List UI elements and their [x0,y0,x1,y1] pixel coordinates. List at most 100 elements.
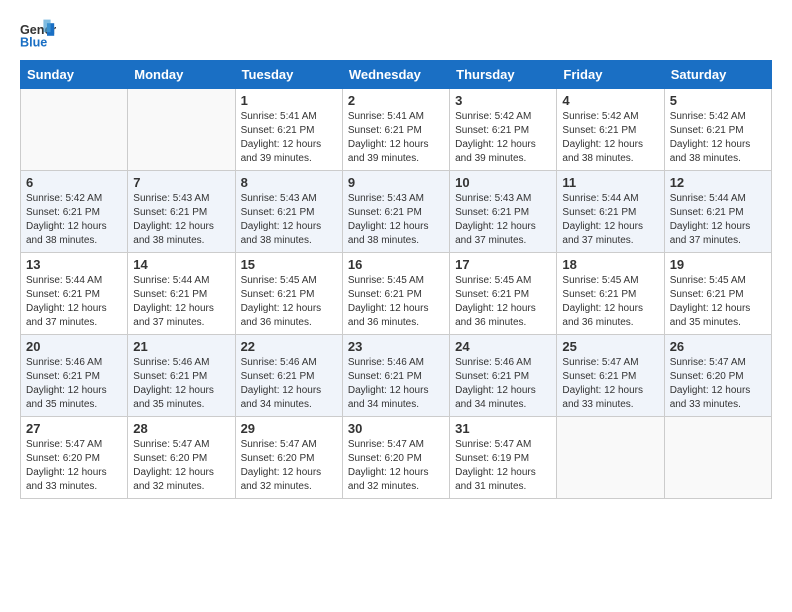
day-info: Sunrise: 5:45 AM Sunset: 6:21 PM Dayligh… [241,274,337,330]
day-number: 7 [133,175,229,190]
calendar-cell: 24 Sunrise: 5:46 AM Sunset: 6:21 PM Dayli… [450,335,557,417]
day-number: 13 [26,257,122,272]
calendar-table: SundayMondayTuesdayWednesdayThursdayFrid… [20,60,772,499]
day-info: Sunrise: 5:47 AM Sunset: 6:20 PM Dayligh… [26,438,122,494]
calendar-cell: 1 Sunrise: 5:41 AM Sunset: 6:21 PM Daylig… [235,89,342,171]
calendar-cell: 5 Sunrise: 5:42 AM Sunset: 6:21 PM Daylig… [664,89,771,171]
day-number: 18 [562,257,658,272]
day-info: Sunrise: 5:43 AM Sunset: 6:21 PM Dayligh… [455,192,551,248]
day-info: Sunrise: 5:42 AM Sunset: 6:21 PM Dayligh… [562,110,658,166]
day-info: Sunrise: 5:46 AM Sunset: 6:21 PM Dayligh… [348,356,444,412]
calendar-week-3: 13 Sunrise: 5:44 AM Sunset: 6:21 PM Dayli… [21,253,772,335]
day-info: Sunrise: 5:47 AM Sunset: 6:19 PM Dayligh… [455,438,551,494]
weekday-header-row: SundayMondayTuesdayWednesdayThursdayFrid… [21,61,772,89]
weekday-header-sunday: Sunday [21,61,128,89]
day-info: Sunrise: 5:47 AM Sunset: 6:20 PM Dayligh… [348,438,444,494]
calendar-week-2: 6 Sunrise: 5:42 AM Sunset: 6:21 PM Daylig… [21,171,772,253]
day-number: 15 [241,257,337,272]
calendar-cell: 3 Sunrise: 5:42 AM Sunset: 6:21 PM Daylig… [450,89,557,171]
day-number: 25 [562,339,658,354]
day-info: Sunrise: 5:43 AM Sunset: 6:21 PM Dayligh… [348,192,444,248]
calendar-cell: 9 Sunrise: 5:43 AM Sunset: 6:21 PM Daylig… [342,171,449,253]
day-number: 21 [133,339,229,354]
weekday-header-saturday: Saturday [664,61,771,89]
day-number: 12 [670,175,766,190]
calendar-cell: 15 Sunrise: 5:45 AM Sunset: 6:21 PM Dayli… [235,253,342,335]
calendar-cell: 26 Sunrise: 5:47 AM Sunset: 6:20 PM Dayli… [664,335,771,417]
page-header: General Blue [20,16,772,52]
calendar-cell: 30 Sunrise: 5:47 AM Sunset: 6:20 PM Dayli… [342,417,449,499]
day-info: Sunrise: 5:42 AM Sunset: 6:21 PM Dayligh… [455,110,551,166]
day-number: 10 [455,175,551,190]
calendar-week-5: 27 Sunrise: 5:47 AM Sunset: 6:20 PM Dayli… [21,417,772,499]
day-info: Sunrise: 5:45 AM Sunset: 6:21 PM Dayligh… [562,274,658,330]
calendar-cell: 4Sunrise: 5:42 AM Sunset: 6:21 PM Daylig… [557,89,664,171]
calendar-cell: 10 Sunrise: 5:43 AM Sunset: 6:21 PM Dayli… [450,171,557,253]
day-number: 8 [241,175,337,190]
day-number: 9 [348,175,444,190]
calendar-cell: 2 Sunrise: 5:41 AM Sunset: 6:21 PM Daylig… [342,89,449,171]
day-info: Sunrise: 5:44 AM Sunset: 6:21 PM Dayligh… [26,274,122,330]
calendar-week-1: 1 Sunrise: 5:41 AM Sunset: 6:21 PM Daylig… [21,89,772,171]
day-number: 31 [455,421,551,436]
day-info: Sunrise: 5:46 AM Sunset: 6:21 PM Dayligh… [241,356,337,412]
day-info: Sunrise: 5:46 AM Sunset: 6:21 PM Dayligh… [26,356,122,412]
day-number: 11 [562,175,658,190]
logo-icon: General Blue [20,16,56,52]
calendar-cell: 21 Sunrise: 5:46 AM Sunset: 6:21 PM Dayli… [128,335,235,417]
day-number: 19 [670,257,766,272]
day-info: Sunrise: 5:44 AM Sunset: 6:21 PM Dayligh… [133,274,229,330]
day-info: Sunrise: 5:41 AM Sunset: 6:21 PM Dayligh… [348,110,444,166]
calendar-cell: 6 Sunrise: 5:42 AM Sunset: 6:21 PM Daylig… [21,171,128,253]
day-info: Sunrise: 5:43 AM Sunset: 6:21 PM Dayligh… [133,192,229,248]
day-number: 27 [26,421,122,436]
calendar-cell: 25 Sunrise: 5:47 AM Sunset: 6:21 PM Dayli… [557,335,664,417]
day-info: Sunrise: 5:47 AM Sunset: 6:20 PM Dayligh… [133,438,229,494]
day-number: 2 [348,93,444,108]
weekday-header-friday: Friday [557,61,664,89]
calendar-cell: 20Sunrise: 5:46 AM Sunset: 6:21 PM Dayli… [21,335,128,417]
calendar-cell: 31 Sunrise: 5:47 AM Sunset: 6:19 PM Dayli… [450,417,557,499]
day-number: 16 [348,257,444,272]
calendar-cell: 27 Sunrise: 5:47 AM Sunset: 6:20 PM Dayli… [21,417,128,499]
calendar-week-4: 20Sunrise: 5:46 AM Sunset: 6:21 PM Dayli… [21,335,772,417]
day-number: 24 [455,339,551,354]
day-info: Sunrise: 5:45 AM Sunset: 6:21 PM Dayligh… [670,274,766,330]
day-info: Sunrise: 5:41 AM Sunset: 6:21 PM Dayligh… [241,110,337,166]
calendar-cell: 18 Sunrise: 5:45 AM Sunset: 6:21 PM Dayli… [557,253,664,335]
day-info: Sunrise: 5:46 AM Sunset: 6:21 PM Dayligh… [133,356,229,412]
calendar-cell [21,89,128,171]
svg-text:Blue: Blue [20,36,47,50]
day-info: Sunrise: 5:42 AM Sunset: 6:21 PM Dayligh… [670,110,766,166]
day-info: Sunrise: 5:47 AM Sunset: 6:21 PM Dayligh… [562,356,658,412]
day-number: 30 [348,421,444,436]
day-number: 17 [455,257,551,272]
day-number: 1 [241,93,337,108]
day-number: 3 [455,93,551,108]
day-info: Sunrise: 5:45 AM Sunset: 6:21 PM Dayligh… [348,274,444,330]
calendar-cell: 14Sunrise: 5:44 AM Sunset: 6:21 PM Dayli… [128,253,235,335]
day-info: Sunrise: 5:43 AM Sunset: 6:21 PM Dayligh… [241,192,337,248]
weekday-header-thursday: Thursday [450,61,557,89]
day-number: 28 [133,421,229,436]
day-number: 5 [670,93,766,108]
weekday-header-wednesday: Wednesday [342,61,449,89]
day-info: Sunrise: 5:46 AM Sunset: 6:21 PM Dayligh… [455,356,551,412]
day-info: Sunrise: 5:42 AM Sunset: 6:21 PM Dayligh… [26,192,122,248]
calendar-cell [664,417,771,499]
day-info: Sunrise: 5:44 AM Sunset: 6:21 PM Dayligh… [562,192,658,248]
calendar-cell: 23 Sunrise: 5:46 AM Sunset: 6:21 PM Dayli… [342,335,449,417]
calendar-cell: 17 Sunrise: 5:45 AM Sunset: 6:21 PM Dayli… [450,253,557,335]
calendar-cell: 29Sunrise: 5:47 AM Sunset: 6:20 PM Dayli… [235,417,342,499]
calendar-cell: 22Sunrise: 5:46 AM Sunset: 6:21 PM Dayli… [235,335,342,417]
day-number: 6 [26,175,122,190]
day-info: Sunrise: 5:47 AM Sunset: 6:20 PM Dayligh… [670,356,766,412]
day-info: Sunrise: 5:45 AM Sunset: 6:21 PM Dayligh… [455,274,551,330]
day-number: 29 [241,421,337,436]
logo: General Blue [20,16,60,52]
day-info: Sunrise: 5:44 AM Sunset: 6:21 PM Dayligh… [670,192,766,248]
calendar-cell: 16 Sunrise: 5:45 AM Sunset: 6:21 PM Dayli… [342,253,449,335]
day-number: 23 [348,339,444,354]
calendar-cell: 7 Sunrise: 5:43 AM Sunset: 6:21 PM Daylig… [128,171,235,253]
day-number: 26 [670,339,766,354]
